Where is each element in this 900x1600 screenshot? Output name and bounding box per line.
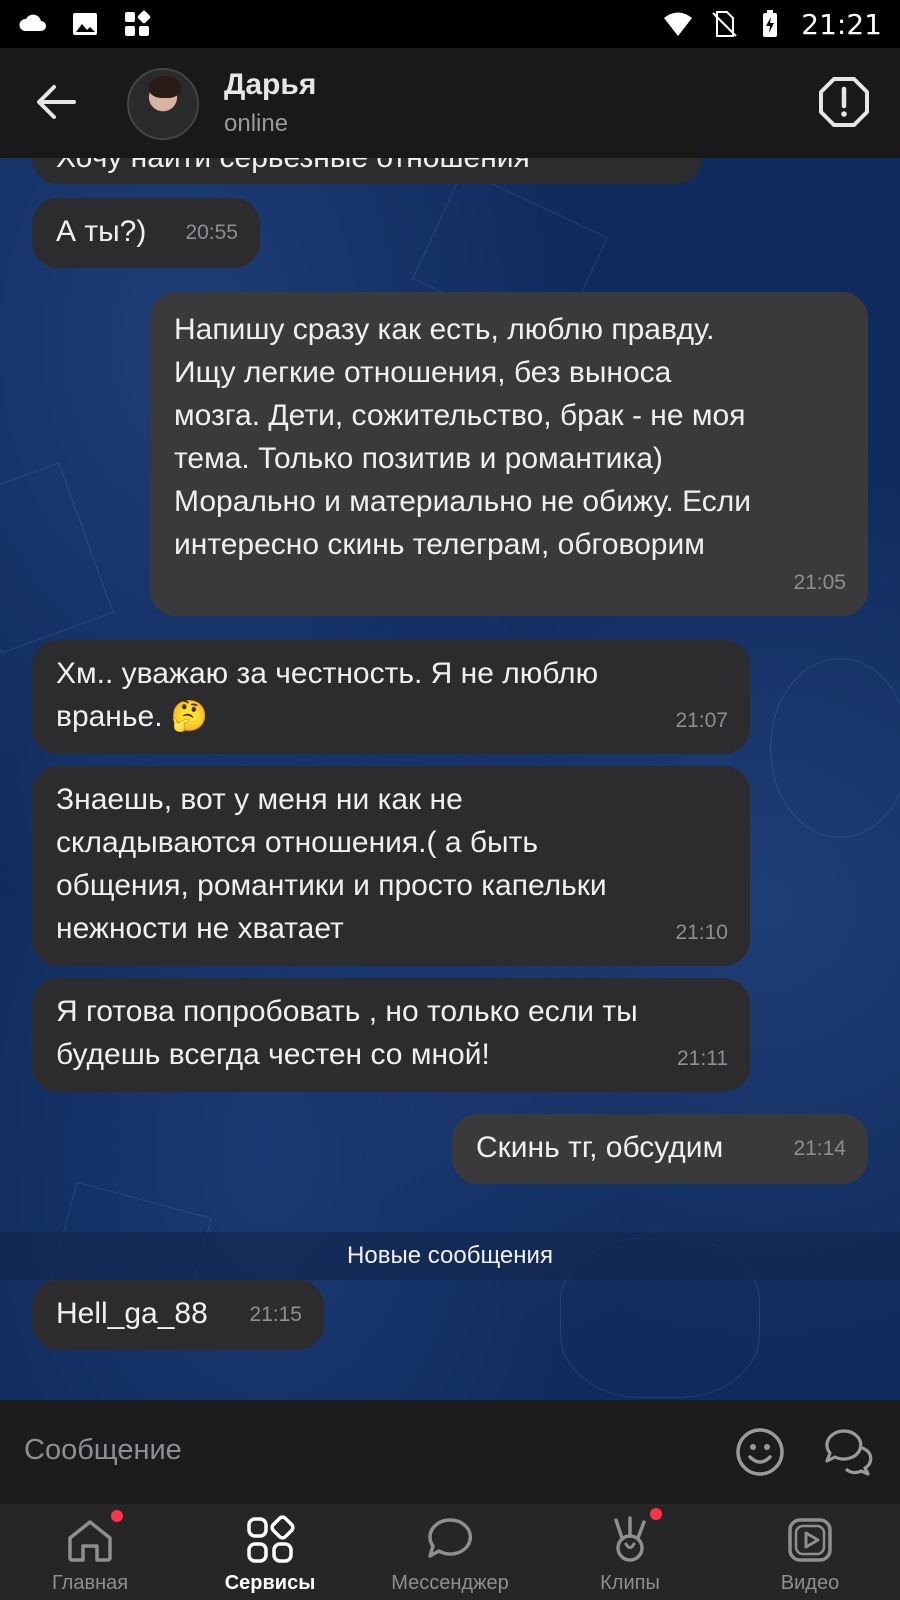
message-incoming[interactable]: Хм.. уважаю за честность. Я не люблю вра… bbox=[32, 640, 750, 754]
message-time: 21:10 bbox=[675, 921, 728, 944]
message-incoming[interactable]: Я готова попробовать , но только если ты… bbox=[32, 978, 750, 1092]
wifi-icon bbox=[664, 12, 693, 36]
emoji-icon[interactable] bbox=[734, 1426, 786, 1478]
message-text: Hell_ga_88 bbox=[56, 1297, 208, 1330]
message-text: А ты?) bbox=[56, 215, 147, 248]
message-time: 21:05 bbox=[793, 571, 846, 594]
notification-badge bbox=[111, 1510, 123, 1522]
nav-item-video[interactable]: Видео bbox=[720, 1504, 900, 1600]
message-text: Знаешь, вот у меня ни как не складываютс… bbox=[56, 783, 607, 945]
message-text: Напишу сразу как есть, люблю правду. Ищу… bbox=[174, 313, 752, 561]
clock: 21:21 bbox=[801, 7, 882, 41]
contact-status: online bbox=[224, 110, 289, 137]
new-messages-divider: Новые сообщения bbox=[0, 1232, 900, 1280]
message-time: 20:55 bbox=[185, 221, 238, 244]
home-icon bbox=[68, 1520, 112, 1562]
background-decoration bbox=[0, 462, 114, 654]
clips-icon bbox=[614, 1516, 646, 1562]
bottom-navigation: Главная Сервисы Мессенджер Клипы Видео bbox=[0, 1504, 900, 1600]
message-text: Хм.. уважаю за честность. Я не люблю вра… bbox=[56, 657, 599, 733]
message-input[interactable]: Сообщение bbox=[24, 1434, 182, 1467]
services-icon bbox=[247, 1515, 295, 1563]
message-text: Я готова попробовать , но только если ты… bbox=[56, 995, 638, 1071]
report-icon[interactable] bbox=[818, 76, 870, 128]
message-text: Хочу найти серьезные отношения bbox=[56, 158, 530, 174]
status-bar: 21:21 bbox=[0, 0, 900, 48]
nav-item-clips[interactable]: Клипы bbox=[540, 1504, 720, 1600]
nav-label: Мессенджер bbox=[391, 1572, 509, 1594]
message-time: 21:15 bbox=[249, 1303, 302, 1326]
message-time: 21:14 bbox=[793, 1137, 846, 1160]
nav-label: Главная bbox=[51, 1572, 129, 1594]
messenger-icon bbox=[428, 1518, 473, 1558]
apps-icon bbox=[125, 10, 151, 36]
nav-label: Видео bbox=[780, 1572, 840, 1594]
chat-bubbles-icon[interactable] bbox=[822, 1426, 876, 1478]
message-incoming[interactable]: Hell_ga_88 21:15 bbox=[32, 1280, 324, 1350]
contact-name[interactable]: Дарья bbox=[224, 68, 316, 102]
message-composer: Сообщение bbox=[0, 1400, 900, 1504]
message-incoming[interactable]: А ты?) 20:55 bbox=[32, 198, 260, 268]
message-time: 21:07 bbox=[675, 709, 728, 732]
battery-charging-icon bbox=[763, 10, 778, 37]
message-time: 21:11 bbox=[677, 1047, 728, 1070]
no-sim-icon bbox=[712, 11, 738, 37]
notification-badge bbox=[650, 1508, 662, 1520]
nav-item-messenger[interactable]: Мессенджер bbox=[360, 1504, 540, 1600]
message-incoming[interactable]: Знаешь, вот у меня ни как не складываютс… bbox=[32, 766, 750, 966]
message-outgoing[interactable]: Скинь тг, обсудим 21:14 bbox=[452, 1114, 868, 1184]
back-arrow-icon[interactable] bbox=[34, 80, 78, 124]
background-decoration bbox=[770, 658, 900, 838]
message-outgoing[interactable]: Напишу сразу как есть, люблю правду. Ищу… bbox=[150, 292, 868, 616]
video-icon bbox=[788, 1518, 832, 1562]
chat-history[interactable]: Хочу найти серьезные отношения 20:54 А т… bbox=[0, 158, 900, 1400]
nav-item-home[interactable]: Главная bbox=[0, 1504, 180, 1600]
nav-label: Сервисы bbox=[224, 1572, 316, 1594]
message-time: 20:54 bbox=[627, 158, 680, 170]
message-incoming[interactable]: Хочу найти серьезные отношения 20:54 bbox=[32, 158, 702, 184]
cloud-icon bbox=[19, 14, 46, 31]
nav-label: Клипы bbox=[600, 1572, 660, 1594]
nav-item-services[interactable]: Сервисы bbox=[180, 1504, 360, 1600]
chat-header: Дарья online bbox=[0, 48, 900, 158]
image-icon bbox=[73, 13, 97, 35]
avatar[interactable] bbox=[127, 68, 199, 140]
message-text: Скинь тг, обсудим bbox=[476, 1131, 724, 1164]
